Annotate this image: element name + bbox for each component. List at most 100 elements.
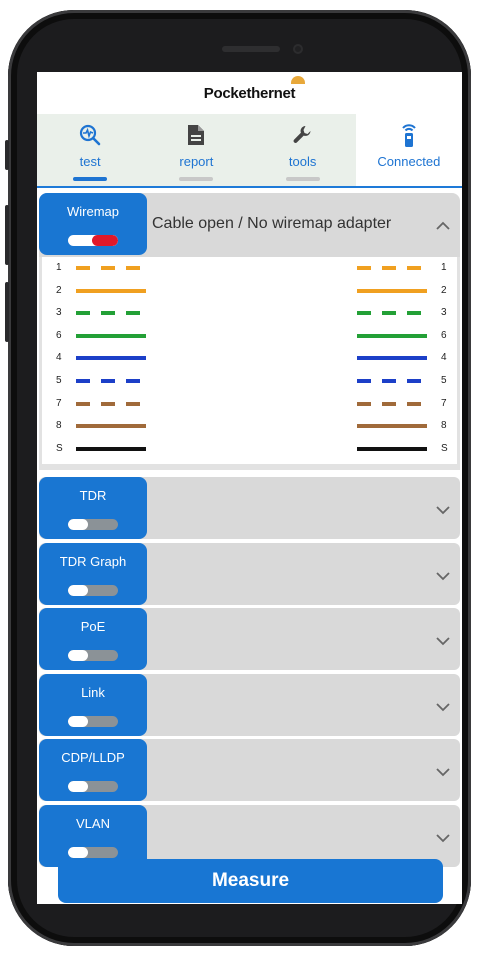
- wire-row: 44: [42, 351, 462, 365]
- section-badge: CDP/LLDP: [39, 739, 147, 801]
- wiremap-status: Cable open / No wiremap adapter: [152, 215, 392, 232]
- section-badge: TDR: [39, 477, 147, 539]
- toggle-knob: [68, 584, 88, 596]
- brand-logo-mark: [291, 75, 306, 84]
- phone-side-button: [5, 140, 9, 170]
- section-toggle[interactable]: [68, 846, 118, 858]
- pin-label-left: S: [56, 442, 63, 454]
- wire-segment-left: [126, 266, 140, 270]
- wire-segment-right: [407, 266, 421, 270]
- app-header: Pockethernet: [37, 72, 462, 114]
- chevron-down-icon[interactable]: [434, 567, 452, 585]
- wire-segment-right: [407, 401, 421, 406]
- app-screen: Pockethernet test report tools Connected…: [37, 72, 462, 904]
- tab-report-indicator: [179, 177, 214, 181]
- wire-segment-left: [101, 266, 115, 270]
- tab-tools-indicator: [285, 177, 320, 181]
- wire-segment-right: [357, 266, 371, 270]
- toggle-knob: [68, 781, 88, 792]
- wire-segment-right: [357, 356, 427, 361]
- wire-segment-left: [126, 311, 140, 316]
- toggle-knob: [68, 650, 88, 661]
- wrench-icon: [293, 126, 311, 143]
- wire-segment-right: [382, 266, 396, 270]
- wiremap-badge: Wiremap: [39, 193, 147, 255]
- chevron-up-icon[interactable]: [434, 217, 452, 235]
- wire-segment-right: [357, 401, 371, 406]
- wire-row: 55: [42, 374, 462, 388]
- pin-label-left: 8: [56, 420, 62, 432]
- wire-row: 66: [42, 329, 462, 343]
- chevron-down-icon[interactable]: [434, 632, 452, 650]
- pin-label-left: 4: [56, 352, 62, 364]
- toggle-knob: [68, 519, 88, 530]
- section-tdr-graph[interactable]: TDR Graph: [39, 542, 460, 605]
- wire-row: 88: [42, 419, 462, 433]
- section-toggle[interactable]: [68, 519, 118, 530]
- section-label: TDR: [79, 488, 107, 503]
- wire-segment-right: [382, 401, 396, 406]
- section-poe[interactable]: PoE: [39, 608, 460, 670]
- section-badge: TDR Graph: [39, 542, 147, 605]
- tab-test[interactable]: test: [37, 114, 144, 186]
- section-vlan[interactable]: VLAN: [39, 804, 460, 867]
- pin-label-right: 5: [441, 375, 447, 386]
- wire-segment-left: [76, 379, 90, 383]
- section-label: VLAN: [76, 815, 110, 831]
- report-icon: [188, 125, 205, 145]
- wire-segment-right: [357, 379, 371, 383]
- tab-report[interactable]: report: [143, 114, 250, 186]
- tab-test-indicator: [73, 177, 108, 181]
- chevron-down-icon[interactable]: [434, 763, 452, 781]
- wire-segment-left: [76, 401, 90, 406]
- wire-segment-left: [76, 356, 146, 361]
- wire-segment-left: [101, 379, 115, 383]
- pin-label-left: 3: [56, 307, 62, 319]
- section-label: Link: [81, 684, 105, 700]
- wire-segment-left: [101, 401, 115, 406]
- section-toggle[interactable]: [68, 781, 118, 792]
- remote-device-icon: [402, 124, 416, 147]
- section-label: TDR Graph: [59, 553, 127, 569]
- section-link[interactable]: Link: [39, 673, 460, 736]
- tab-bar: test report tools Connected: [37, 114, 462, 188]
- pin-label-right: 1: [441, 262, 447, 273]
- wiremap-section-header[interactable]: Wiremap Cable open / No wiremap adapter: [39, 193, 460, 257]
- wire-segment-right: [357, 424, 427, 429]
- wire-segment-right: [407, 379, 421, 383]
- phone-camera: [293, 44, 303, 54]
- wire-segment-left: [76, 288, 146, 293]
- chevron-down-icon[interactable]: [434, 501, 452, 519]
- toggle-knob: [68, 715, 88, 727]
- tab-connected[interactable]: Connected: [355, 114, 462, 186]
- section-badge: VLAN: [39, 804, 147, 867]
- tab-test-label: test: [79, 154, 101, 169]
- wire-segment-right: [382, 311, 396, 316]
- wire-segment-right: [407, 311, 421, 316]
- pin-label-left: 1: [56, 262, 62, 273]
- wiremap-toggle[interactable]: [68, 235, 118, 246]
- chevron-down-icon[interactable]: [434, 698, 452, 716]
- pin-label-right: 2: [441, 284, 447, 296]
- section-toggle[interactable]: [68, 715, 118, 727]
- pin-label-right: 8: [441, 420, 447, 432]
- phone-volume-up-button: [5, 205, 9, 265]
- wire-segment-right: [357, 288, 427, 293]
- wire-segment-left: [126, 401, 140, 406]
- pin-label-right: 7: [441, 397, 447, 409]
- section-toggle[interactable]: [68, 584, 118, 596]
- wire-segment-left: [101, 311, 115, 316]
- measure-button[interactable]: Measure: [58, 859, 443, 903]
- section-tdr[interactable]: TDR: [39, 477, 460, 539]
- wire-segment-right: [382, 379, 396, 383]
- section-cdp-lldp[interactable]: CDP/LLDP: [39, 739, 460, 801]
- wire-segment-left: [76, 311, 90, 316]
- chevron-down-icon[interactable]: [434, 829, 452, 847]
- wire-segment-left: [76, 446, 146, 451]
- section-toggle[interactable]: [68, 650, 118, 661]
- wire-row: 77: [42, 397, 462, 411]
- tab-tools[interactable]: tools: [249, 114, 356, 186]
- phone-volume-down-button: [5, 282, 9, 342]
- pin-label-right: S: [441, 442, 448, 454]
- brand-logo: Pockethernet: [204, 75, 306, 102]
